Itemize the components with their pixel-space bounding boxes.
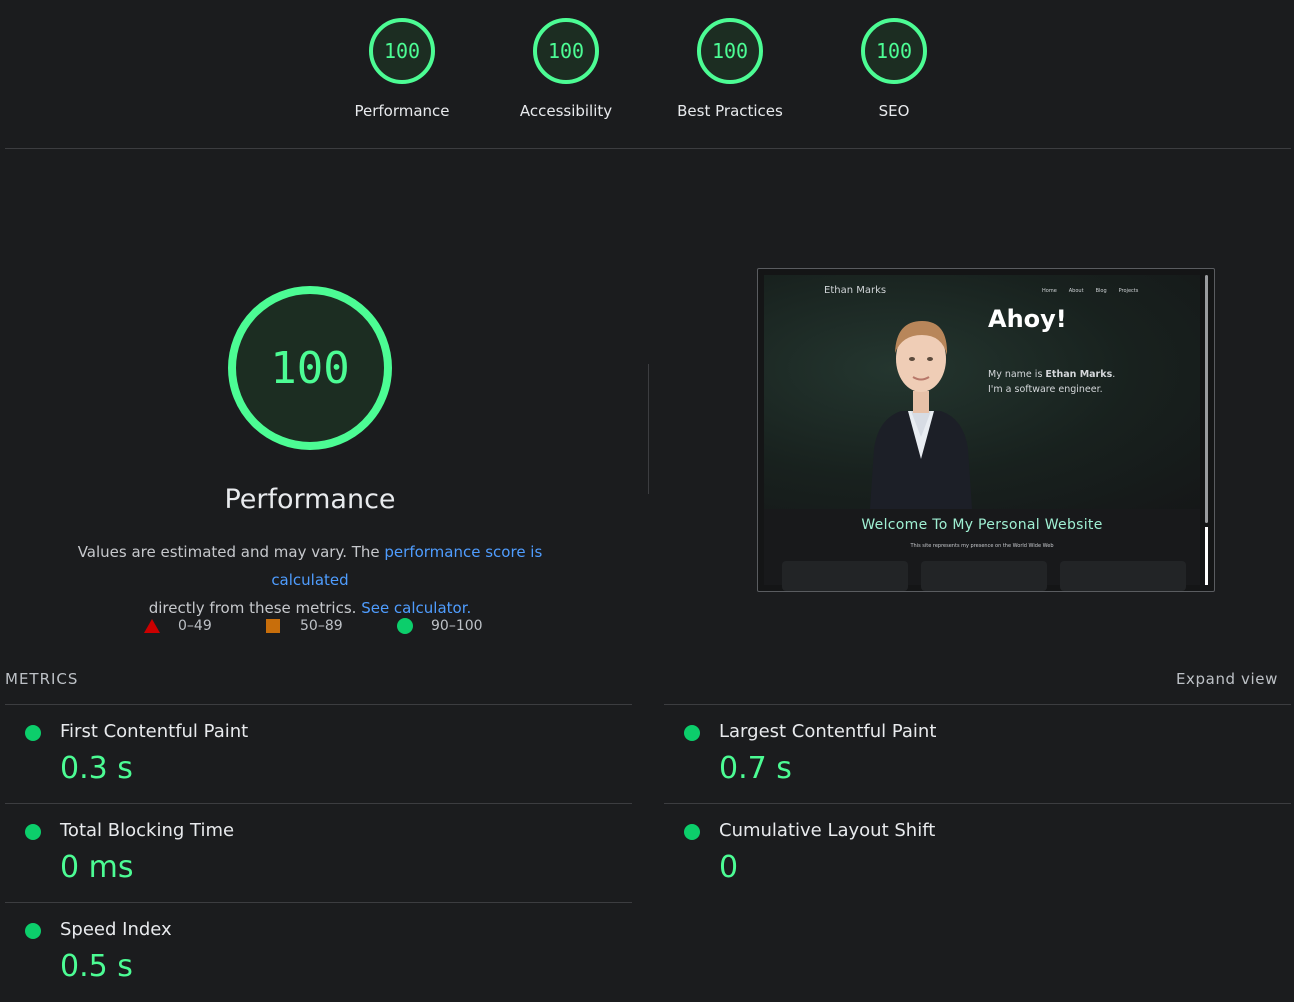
metrics-heading: METRICS [5, 670, 79, 688]
gauge-performance[interactable]: 100 Performance [320, 18, 484, 120]
legend-range: 50–89 [300, 618, 343, 634]
description-text: Values are estimated and may vary. The [77, 543, 385, 561]
expand-view-button[interactable]: Expand view [1176, 670, 1278, 688]
gauge-score: 100 [369, 18, 435, 84]
vertical-separator [648, 364, 649, 494]
screenshot-nav: Home About Blog Projects [1042, 288, 1138, 294]
metric-value: 0.7 s [719, 751, 792, 786]
gauge-best-practices[interactable]: 100 Best Practices [648, 18, 812, 120]
legend-pass: 90–100 [397, 618, 483, 634]
metric-value: 0.3 s [60, 751, 133, 786]
gauge-accessibility[interactable]: 100 Accessibility [484, 18, 648, 120]
performance-description: Values are estimated and may vary. The p… [40, 538, 580, 622]
metric-cumulative-layout-shift: Cumulative Layout Shift 0 [664, 804, 1284, 902]
see-calculator-link[interactable]: See calculator. [361, 599, 471, 617]
intro-text: My name is [988, 369, 1046, 380]
metric-total-blocking-time: Total Blocking Time 0 ms [5, 804, 625, 902]
screenshot-subtext: This site represents my presence on the … [910, 543, 1054, 549]
description-text: directly from these metrics. [148, 599, 357, 617]
screenshot-cards [782, 561, 1186, 591]
pass-circle-icon [25, 923, 41, 939]
screenshot-page: Ethan Marks Home About Blog Projects Aho… [764, 275, 1200, 591]
gauge-label: Performance [354, 102, 450, 120]
gauge-label: SEO [878, 102, 910, 120]
screenshot-card [1060, 561, 1186, 591]
metric-title: Largest Contentful Paint [719, 721, 937, 742]
nav-item: Home [1042, 288, 1057, 294]
pass-circle-icon [684, 824, 700, 840]
screenshot-heading: Ahoy! [988, 305, 1067, 333]
legend-fail: 0–49 [144, 618, 212, 634]
metric-speed-index: Speed Index 0.5 s [5, 903, 625, 1001]
score-legend: 0–49 50–89 90–100 [0, 618, 600, 640]
legend-range: 90–100 [431, 618, 483, 634]
pass-circle-icon [25, 725, 41, 741]
gauge-score: 100 [697, 18, 763, 84]
metric-value: 0 ms [60, 850, 134, 885]
circle-icon [397, 618, 413, 634]
portrait-image [870, 321, 972, 509]
scrollbar-track-highlight [1205, 527, 1208, 585]
gauge-label: Best Practices [677, 102, 783, 120]
nav-item: Blog [1095, 288, 1107, 294]
gauge-score: 100 [861, 18, 927, 84]
metric-value: 0 [719, 850, 739, 885]
intro-text: I'm a software engineer. [988, 384, 1103, 395]
gauge-label: Accessibility [519, 102, 613, 120]
screenshot-card [921, 561, 1047, 591]
pass-circle-icon [25, 824, 41, 840]
screenshot-card [782, 561, 908, 591]
gauge-score: 100 [533, 18, 599, 84]
metric-value: 0.5 s [60, 949, 133, 984]
scrollbar-thumb[interactable] [1205, 275, 1208, 523]
performance-score-gauge: 100 [228, 286, 392, 450]
performance-title: Performance [224, 484, 396, 515]
final-screenshot[interactable]: Ethan Marks Home About Blog Projects Aho… [757, 268, 1215, 592]
metric-title: Speed Index [60, 919, 172, 940]
header-divider [5, 148, 1291, 149]
metric-largest-contentful-paint: Largest Contentful Paint 0.7 s [664, 705, 1284, 803]
screenshot-intro: My name is Ethan Marks. I'm a software e… [988, 367, 1168, 397]
legend-average: 50–89 [266, 618, 343, 634]
metric-first-contentful-paint: First Contentful Paint 0.3 s [5, 705, 625, 803]
intro-name: Ethan Marks [1045, 369, 1113, 380]
screenshot-scrollbar[interactable] [1204, 275, 1209, 585]
gauge-seo[interactable]: 100 SEO [812, 18, 976, 120]
square-icon [266, 619, 280, 633]
metric-title: Cumulative Layout Shift [719, 820, 936, 841]
metric-title: First Contentful Paint [60, 721, 249, 742]
triangle-icon [144, 619, 160, 633]
screenshot-welcome: Welcome To My Personal Website [861, 517, 1103, 533]
nav-item: About [1068, 288, 1084, 294]
intro-text: . [1112, 369, 1116, 380]
pass-circle-icon [684, 725, 700, 741]
legend-range: 0–49 [178, 618, 212, 634]
metric-title: Total Blocking Time [60, 820, 235, 841]
screenshot-brand: Ethan Marks [824, 285, 887, 296]
category-gauges: 100 Performance 100 Accessibility 100 Be… [320, 18, 980, 128]
nav-item: Projects [1118, 288, 1139, 294]
